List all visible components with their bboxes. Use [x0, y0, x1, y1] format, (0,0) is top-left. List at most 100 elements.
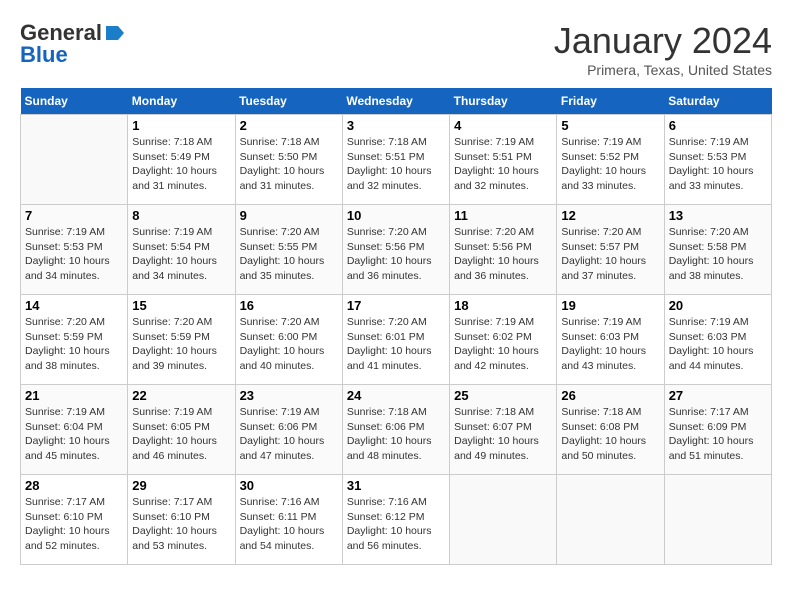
day-cell: 17 Sunrise: 7:20 AM Sunset: 6:01 PM Dayli…	[342, 295, 449, 385]
day-number: 26	[561, 388, 659, 403]
day-info: Sunrise: 7:17 AM Sunset: 6:09 PM Dayligh…	[669, 405, 767, 464]
day-cell: 5Sunrise: 7:19 AM Sunset: 5:52 PM Daylig…	[557, 115, 664, 205]
day-info: Sunrise: 7:20 AM Sunset: 5:57 PM Dayligh…	[561, 225, 659, 284]
day-cell: 24 Sunrise: 7:18 AM Sunset: 6:06 PM Dayli…	[342, 385, 449, 475]
day-number: 29	[132, 478, 230, 493]
col-header-saturday: Saturday	[664, 88, 771, 115]
day-cell	[557, 475, 664, 565]
day-info: Sunrise: 7:19 AM Sunset: 6:03 PM Dayligh…	[561, 315, 659, 374]
day-info: Sunrise: 7:20 AM Sunset: 5:59 PM Dayligh…	[25, 315, 123, 374]
day-number: 12	[561, 208, 659, 223]
day-cell: 7 Sunrise: 7:19 AM Sunset: 5:53 PM Daylig…	[21, 205, 128, 295]
day-number: 13	[669, 208, 767, 223]
day-number: 7	[25, 208, 123, 223]
day-cell: 16Sunrise: 7:20 AM Sunset: 6:00 PM Dayli…	[235, 295, 342, 385]
day-number: 22	[132, 388, 230, 403]
day-info: Sunrise: 7:20 AM Sunset: 5:56 PM Dayligh…	[454, 225, 552, 284]
col-header-friday: Friday	[557, 88, 664, 115]
day-info: Sunrise: 7:19 AM Sunset: 6:02 PM Dayligh…	[454, 315, 552, 374]
day-cell: 30Sunrise: 7:16 AM Sunset: 6:11 PM Dayli…	[235, 475, 342, 565]
day-number: 1	[132, 118, 230, 133]
day-cell: 13 Sunrise: 7:20 AM Sunset: 5:58 PM Dayli…	[664, 205, 771, 295]
day-info: Sunrise: 7:17 AM Sunset: 6:10 PM Dayligh…	[132, 495, 230, 554]
day-cell: 15Sunrise: 7:20 AM Sunset: 5:59 PM Dayli…	[128, 295, 235, 385]
logo-blue: Blue	[20, 42, 68, 68]
week-row-5: 28 Sunrise: 7:17 AM Sunset: 6:10 PM Dayli…	[21, 475, 772, 565]
day-cell: 14Sunrise: 7:20 AM Sunset: 5:59 PM Dayli…	[21, 295, 128, 385]
day-cell: 25 Sunrise: 7:18 AM Sunset: 6:07 PM Dayli…	[450, 385, 557, 475]
day-cell: 6 Sunrise: 7:19 AM Sunset: 5:53 PM Daylig…	[664, 115, 771, 205]
day-cell	[21, 115, 128, 205]
day-number: 16	[240, 298, 338, 313]
day-cell: 10 Sunrise: 7:20 AM Sunset: 5:56 PM Dayli…	[342, 205, 449, 295]
day-info: Sunrise: 7:18 AM Sunset: 5:50 PM Dayligh…	[240, 135, 338, 194]
day-number: 23	[240, 388, 338, 403]
day-number: 10	[347, 208, 445, 223]
day-info: Sunrise: 7:19 AM Sunset: 5:53 PM Dayligh…	[25, 225, 123, 284]
calendar-table: SundayMondayTuesdayWednesdayThursdayFrid…	[20, 88, 772, 565]
day-cell: 4Sunrise: 7:19 AM Sunset: 5:51 PM Daylig…	[450, 115, 557, 205]
day-info: Sunrise: 7:18 AM Sunset: 6:07 PM Dayligh…	[454, 405, 552, 464]
day-cell: 29 Sunrise: 7:17 AM Sunset: 6:10 PM Dayli…	[128, 475, 235, 565]
day-info: Sunrise: 7:19 AM Sunset: 6:03 PM Dayligh…	[669, 315, 767, 374]
day-info: Sunrise: 7:19 AM Sunset: 5:54 PM Dayligh…	[132, 225, 230, 284]
day-info: Sunrise: 7:19 AM Sunset: 5:53 PM Dayligh…	[669, 135, 767, 194]
day-number: 25	[454, 388, 552, 403]
day-number: 30	[240, 478, 338, 493]
day-cell: 3 Sunrise: 7:18 AM Sunset: 5:51 PM Daylig…	[342, 115, 449, 205]
day-cell: 2 Sunrise: 7:18 AM Sunset: 5:50 PM Daylig…	[235, 115, 342, 205]
day-info: Sunrise: 7:18 AM Sunset: 6:08 PM Dayligh…	[561, 405, 659, 464]
week-row-3: 14Sunrise: 7:20 AM Sunset: 5:59 PM Dayli…	[21, 295, 772, 385]
week-row-4: 21Sunrise: 7:19 AM Sunset: 6:04 PM Dayli…	[21, 385, 772, 475]
day-cell	[450, 475, 557, 565]
day-cell: 26 Sunrise: 7:18 AM Sunset: 6:08 PM Dayli…	[557, 385, 664, 475]
col-header-wednesday: Wednesday	[342, 88, 449, 115]
day-number: 31	[347, 478, 445, 493]
day-number: 27	[669, 388, 767, 403]
calendar-subtitle: Primera, Texas, United States	[554, 62, 772, 78]
header: General Blue January 2024 Primera, Texas…	[20, 20, 772, 78]
day-info: Sunrise: 7:20 AM Sunset: 5:56 PM Dayligh…	[347, 225, 445, 284]
day-info: Sunrise: 7:18 AM Sunset: 6:06 PM Dayligh…	[347, 405, 445, 464]
day-cell: 18 Sunrise: 7:19 AM Sunset: 6:02 PM Dayli…	[450, 295, 557, 385]
day-info: Sunrise: 7:19 AM Sunset: 6:05 PM Dayligh…	[132, 405, 230, 464]
day-info: Sunrise: 7:16 AM Sunset: 6:12 PM Dayligh…	[347, 495, 445, 554]
day-info: Sunrise: 7:20 AM Sunset: 5:59 PM Dayligh…	[132, 315, 230, 374]
day-info: Sunrise: 7:19 AM Sunset: 6:06 PM Dayligh…	[240, 405, 338, 464]
column-headers: SundayMondayTuesdayWednesdayThursdayFrid…	[21, 88, 772, 115]
day-number: 18	[454, 298, 552, 313]
day-cell: 1 Sunrise: 7:18 AM Sunset: 5:49 PM Daylig…	[128, 115, 235, 205]
day-cell: 9Sunrise: 7:20 AM Sunset: 5:55 PM Daylig…	[235, 205, 342, 295]
col-header-monday: Monday	[128, 88, 235, 115]
day-cell: 31 Sunrise: 7:16 AM Sunset: 6:12 PM Dayli…	[342, 475, 449, 565]
day-cell	[664, 475, 771, 565]
calendar-title: January 2024	[554, 20, 772, 62]
day-number: 2	[240, 118, 338, 133]
day-number: 19	[561, 298, 659, 313]
day-number: 11	[454, 208, 552, 223]
day-info: Sunrise: 7:19 AM Sunset: 5:51 PM Dayligh…	[454, 135, 552, 194]
day-number: 17	[347, 298, 445, 313]
day-info: Sunrise: 7:19 AM Sunset: 6:04 PM Dayligh…	[25, 405, 123, 464]
day-number: 28	[25, 478, 123, 493]
day-cell: 20Sunrise: 7:19 AM Sunset: 6:03 PM Dayli…	[664, 295, 771, 385]
logo-arrow-icon	[104, 22, 126, 44]
day-cell: 23 Sunrise: 7:19 AM Sunset: 6:06 PM Dayli…	[235, 385, 342, 475]
day-number: 24	[347, 388, 445, 403]
day-number: 6	[669, 118, 767, 133]
day-cell: 22 Sunrise: 7:19 AM Sunset: 6:05 PM Dayli…	[128, 385, 235, 475]
day-info: Sunrise: 7:20 AM Sunset: 6:01 PM Dayligh…	[347, 315, 445, 374]
day-info: Sunrise: 7:20 AM Sunset: 5:58 PM Dayligh…	[669, 225, 767, 284]
col-header-sunday: Sunday	[21, 88, 128, 115]
day-number: 3	[347, 118, 445, 133]
day-info: Sunrise: 7:18 AM Sunset: 5:49 PM Dayligh…	[132, 135, 230, 194]
day-cell: 12 Sunrise: 7:20 AM Sunset: 5:57 PM Dayli…	[557, 205, 664, 295]
day-number: 5	[561, 118, 659, 133]
day-cell: 28Sunrise: 7:17 AM Sunset: 6:10 PM Dayli…	[21, 475, 128, 565]
col-header-thursday: Thursday	[450, 88, 557, 115]
title-area: January 2024 Primera, Texas, United Stat…	[554, 20, 772, 78]
week-row-1: 1 Sunrise: 7:18 AM Sunset: 5:49 PM Daylig…	[21, 115, 772, 205]
day-info: Sunrise: 7:18 AM Sunset: 5:51 PM Dayligh…	[347, 135, 445, 194]
day-info: Sunrise: 7:20 AM Sunset: 5:55 PM Dayligh…	[240, 225, 338, 284]
day-cell: 8Sunrise: 7:19 AM Sunset: 5:54 PM Daylig…	[128, 205, 235, 295]
